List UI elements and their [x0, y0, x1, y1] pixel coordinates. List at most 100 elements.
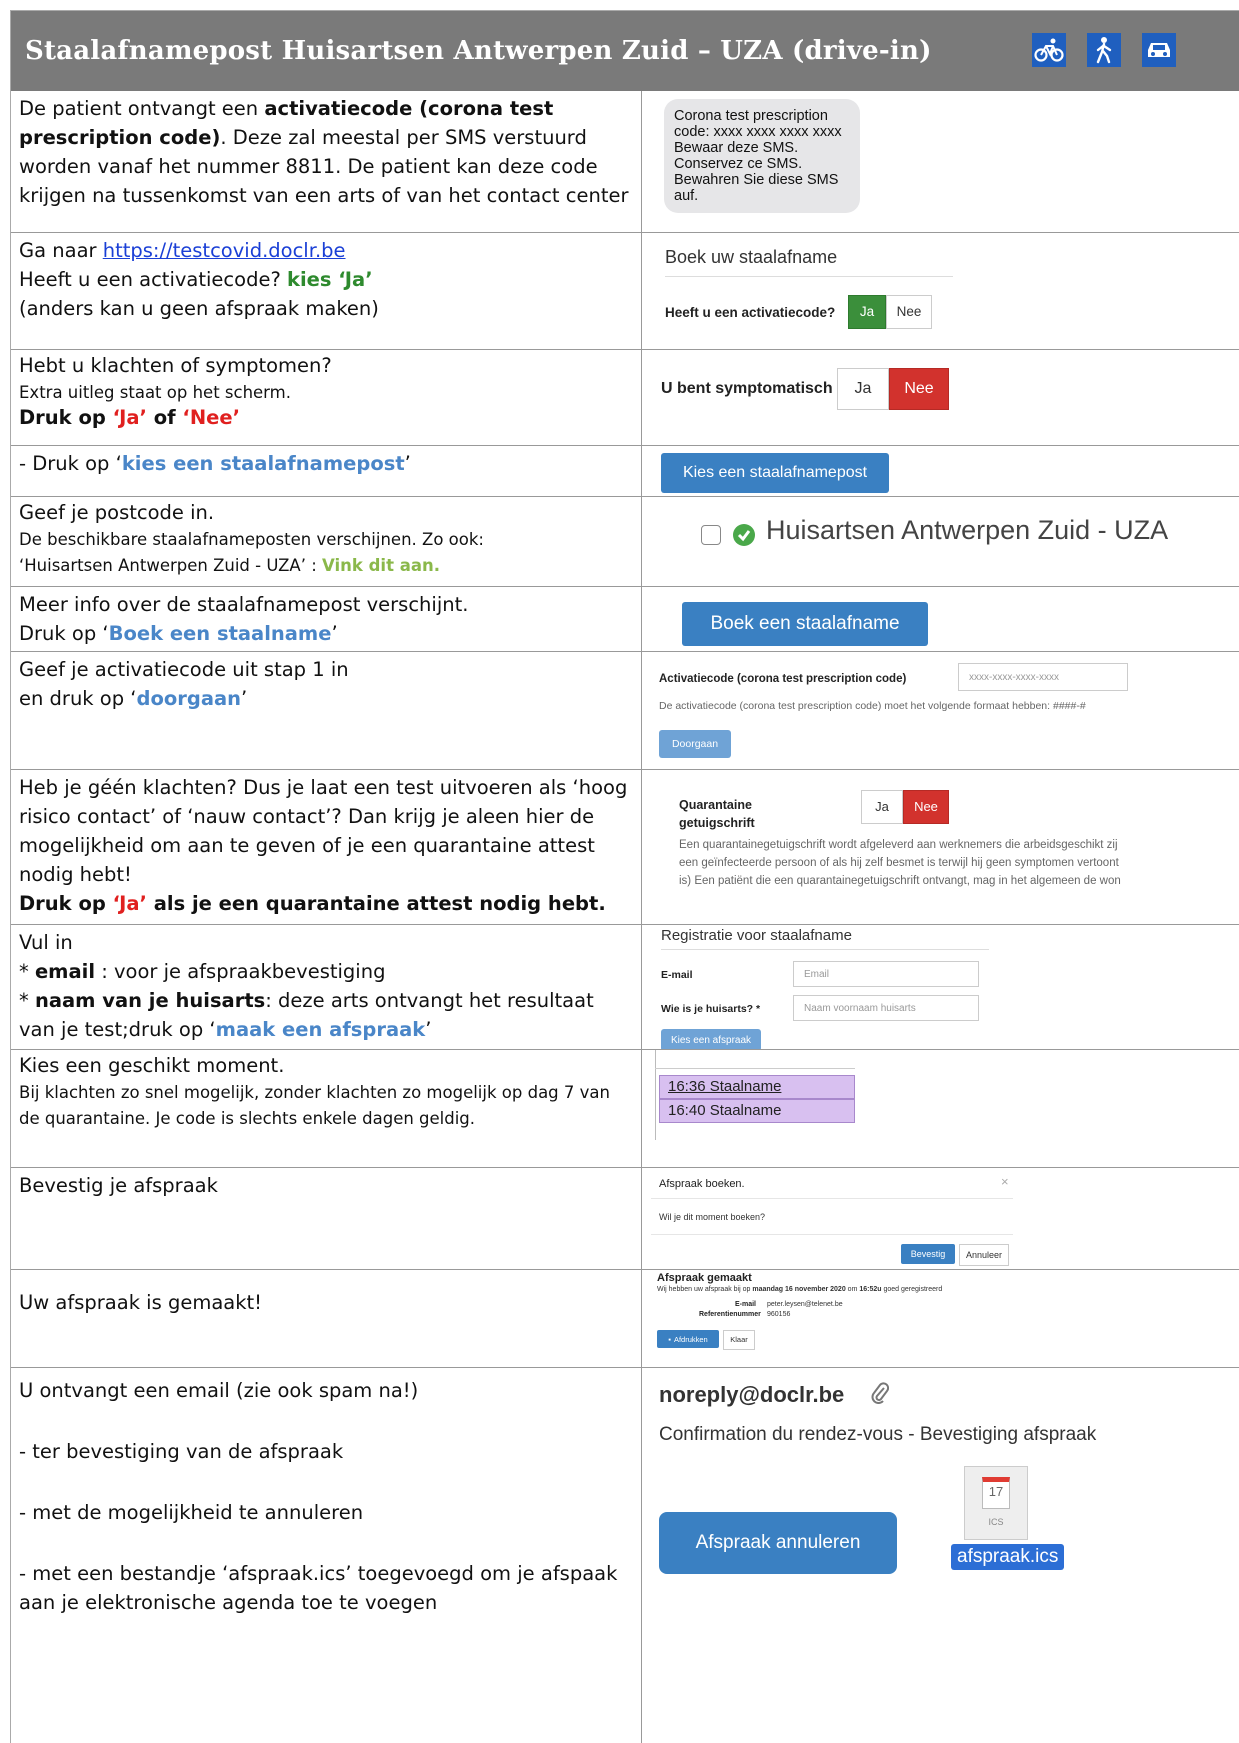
done-button[interactable]: Klaar — [723, 1330, 755, 1350]
text: Uw afspraak is gemaakt! — [19, 1291, 262, 1314]
booking-heading: Boek uw staalafname — [665, 247, 838, 267]
continue-button[interactable]: Doorgaan — [659, 730, 731, 758]
website-link[interactable]: https://testcovid.doclr.be — [103, 239, 346, 262]
print-button[interactable]: ▪ Afdrukken — [657, 1330, 719, 1348]
pedestrian-icon — [1087, 33, 1121, 67]
step-description: Meer info over de staalafnamepost versch… — [11, 587, 642, 651]
text: Druk op ‘ — [19, 622, 109, 645]
no-button[interactable]: Nee — [886, 295, 932, 329]
text: * — [19, 960, 35, 983]
emphasis: maak een afspraak — [215, 1018, 426, 1041]
desc-line: is) Een patiënt die een quarantainegetui… — [679, 875, 1121, 887]
quarantine-label: Quarantaine getuigschrift — [679, 796, 755, 832]
reference-value: 960156 — [767, 1311, 791, 1318]
step-row-done: Uw afspraak is gemaakt! Afspraak gemaakt… — [11, 1270, 1239, 1368]
text: - ter bevestiging van de afspraak — [19, 1440, 344, 1463]
text: ’ — [241, 687, 248, 710]
appointment-title: Afspraak gemaakt — [657, 1272, 752, 1284]
divider — [665, 276, 953, 277]
emphasis: doorgaan — [136, 687, 242, 710]
step-screenshot: Boek een staalafname — [643, 587, 1239, 651]
step-row-choose-post: - Druk op ‘kies een staalafnamepost’ Kie… — [11, 446, 1239, 497]
step-row-confirm: Bevestig je afspraak Afspraak boeken. × … — [11, 1168, 1239, 1270]
time-slot-label: 16:40 Staalname — [668, 1102, 782, 1119]
choose-post-button[interactable]: Kies een staalafnamepost — [661, 453, 889, 493]
yes-button[interactable]: Ja — [848, 295, 886, 329]
time-slot[interactable]: 16:40 Staalname — [659, 1099, 855, 1123]
calendar-gridline — [655, 1068, 855, 1069]
text: of — [146, 406, 183, 429]
cancel-button[interactable]: Annuleer — [959, 1244, 1009, 1266]
step-description: Bevestig je afspraak — [11, 1168, 642, 1269]
step-row-choose-moment: Kies een geschikt moment. Bij klachten z… — [11, 1050, 1239, 1168]
text: en druk op ‘ — [19, 687, 137, 710]
step-row-symptoms: Hebt u klachten of symptomen? Extra uitl… — [11, 350, 1239, 446]
text: Wij hebben uw afspraak bij op — [657, 1286, 753, 1293]
emphasis: kies een staalafnamepost — [121, 452, 405, 475]
calendar-gridline — [655, 1050, 656, 1140]
no-button[interactable]: Nee — [889, 368, 949, 410]
appointment-time: 16:52u — [859, 1286, 882, 1293]
text: Ga naar — [19, 239, 103, 262]
step-screenshot: Afspraak boeken. × Wil je dit moment boe… — [643, 1168, 1239, 1269]
no-button[interactable]: Nee — [903, 790, 949, 824]
step-row-enter-code: Geef je activatiecode uit stap 1 in en d… — [11, 652, 1239, 770]
text: Extra uitleg staat op het scherm. — [19, 383, 291, 402]
cancel-appointment-button[interactable]: Afspraak annuleren — [659, 1512, 897, 1574]
step-screenshot: Kies een staalafnamepost — [643, 446, 1239, 496]
emphasis: ‘Ja’ — [112, 892, 147, 915]
text: Vul in — [19, 931, 73, 954]
step-screenshot: noreply@doclr.be Confirmation du rendez-… — [643, 1368, 1239, 1743]
quarantine-description: Een quarantainegetuigschrift wordt afgel… — [679, 836, 1121, 890]
step-row-email: U ontvangt een email (zie ook spam na!) … — [11, 1368, 1239, 1743]
yes-button[interactable]: Ja — [861, 790, 903, 824]
attachment-name[interactable]: afspraak.ics — [951, 1544, 1065, 1570]
emphasis: naam van je huisarts — [34, 989, 266, 1012]
step-screenshot: Boek uw staalafname Heeft u een activati… — [643, 233, 1239, 349]
register-heading: Registratie voor staalafname — [661, 927, 852, 944]
step-row-website: Ga naar https://testcovid.doclr.be Heeft… — [11, 233, 1239, 350]
page: Staalafnamepost Huisartsen Antwerpen Zui… — [10, 10, 1239, 1743]
sms-bubble: Corona test prescription code: xxxx xxxx… — [664, 99, 860, 213]
step-description: De patient ontvangt een activatiecode (c… — [11, 91, 642, 232]
step-description: Ga naar https://testcovid.doclr.be Heeft… — [11, 233, 642, 349]
yes-button[interactable]: Ja — [837, 368, 889, 410]
divider — [651, 1234, 1013, 1235]
print-label: Afdrukken — [673, 1334, 708, 1344]
text: (anders kan u geen afspraak maken) — [19, 297, 379, 320]
time-slot[interactable]: 16:36 Staalname — [659, 1075, 855, 1099]
step-screenshot: Afspraak gemaakt Wij hebben uw afspraak … — [643, 1270, 1239, 1367]
step-screenshot: Registratie voor staalafname E-mail Emai… — [643, 925, 1239, 1049]
confirm-button[interactable]: Bevestig — [901, 1244, 955, 1264]
step-screenshot: U bent symptomatisch Ja Nee — [643, 350, 1239, 445]
symptomatic-question: U bent symptomatisch — [661, 380, 833, 397]
text: De patient ontvangt een — [19, 97, 265, 120]
step-description: Vul in * email : voor je afspraakbevesti… — [11, 925, 642, 1049]
calendar-file-icon: 17 ICS — [964, 1466, 1028, 1540]
email-subject: Confirmation du rendez-vous - Bevestigin… — [659, 1424, 1097, 1445]
post-checkbox[interactable] — [701, 525, 721, 545]
step-screenshot: Activatiecode (corona test prescription … — [643, 652, 1239, 769]
text: goed geregistreerd — [881, 1286, 943, 1293]
choose-appointment-button[interactable]: Kies een afspraak — [661, 1029, 761, 1049]
dialog-title: Afspraak boeken. — [659, 1178, 745, 1190]
text: U ontvangt een email (zie ook spam na!) — [19, 1379, 419, 1402]
step-description: Kies een geschikt moment. Bij klachten z… — [11, 1050, 642, 1167]
close-icon[interactable]: × — [1001, 1174, 1009, 1189]
text: als je een quarantaine attest nodig hebt… — [146, 892, 606, 915]
text: De beschikbare staalafnameposten verschi… — [19, 530, 484, 549]
text: Heb je géén klachten? Dus je laat een te… — [19, 776, 628, 886]
activation-code-input[interactable]: xxxx-xxxx-xxxx-xxxx — [958, 663, 1128, 691]
emphasis: email — [34, 960, 96, 983]
book-sample-button[interactable]: Boek een staalafname — [682, 602, 928, 646]
bicycle-icon — [1032, 33, 1066, 67]
divider — [651, 1198, 1013, 1199]
text: Bij klachten zo snel mogelijk, zonder kl… — [19, 1083, 610, 1128]
symptomatic-toggle: Ja Nee — [837, 368, 949, 410]
text: - met de mogelijkheid te annuleren — [19, 1501, 364, 1524]
email-field[interactable]: Email — [793, 961, 979, 987]
transport-icons — [1032, 33, 1176, 67]
email-label: E-mail — [661, 969, 693, 981]
doctor-field[interactable]: Naam voornaam huisarts — [793, 995, 979, 1021]
car-icon — [1142, 33, 1176, 67]
